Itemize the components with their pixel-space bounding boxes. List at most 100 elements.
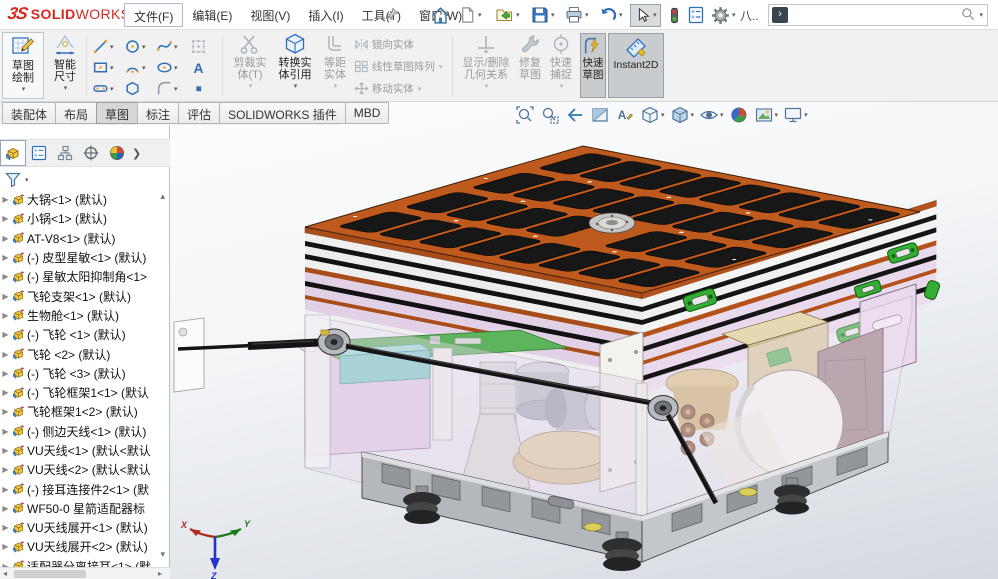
expand-arrow-icon[interactable]: ▶ <box>0 407 11 416</box>
expand-arrow-icon[interactable]: ▶ <box>0 311 11 320</box>
section-view-icon[interactable] <box>590 105 610 125</box>
expand-arrow-icon[interactable]: ▶ <box>0 350 11 359</box>
sketch-button[interactable]: 草图绘制 ▾ <box>2 32 44 99</box>
expand-arrow-icon[interactable]: ▶ <box>0 485 11 494</box>
expand-arrow-icon[interactable]: ▶ <box>0 234 11 243</box>
expand-arrow-icon[interactable]: ▶ <box>0 504 11 513</box>
tab-addins[interactable]: SOLIDWORKS 插件 <box>219 102 346 124</box>
open-button[interactable]: ▾ <box>492 4 522 26</box>
search-icon[interactable] <box>960 6 976 25</box>
search-scope-icon[interactable]: › <box>772 7 788 23</box>
save-button[interactable]: ▾ <box>528 4 557 26</box>
tab-layout[interactable]: 布局 <box>55 102 97 124</box>
tree-scroll-up-icon[interactable]: ▴ <box>160 191 165 202</box>
point-tool[interactable] <box>190 80 207 97</box>
tree-item[interactable]: ▶ 飞轮框架1<2> (默认) <box>0 402 158 421</box>
rapid-sketch-button[interactable]: 快速草图 <box>580 33 606 98</box>
tree-item[interactable]: ▶ 飞轮支架<1> (默认) <box>0 286 158 305</box>
apply-scene-icon[interactable]: ▾ <box>754 105 779 125</box>
smart-dimension-button[interactable]: 智能尺寸 ▾ <box>44 32 86 99</box>
spline-tool[interactable]: ▾ <box>156 38 178 55</box>
convert-entities-button[interactable]: 转换实体引用 ▾ <box>272 32 318 99</box>
rebuild-button[interactable] <box>664 4 685 27</box>
home-button[interactable] <box>428 4 453 27</box>
graphics-area[interactable]: A ▾ ▾ ▾ ▾ ▾ <box>170 102 998 579</box>
tree-item[interactable]: ▶ 生物舱<1> (默认) <box>0 306 158 325</box>
tree-item[interactable]: ▶ 小锅<1> (默认) <box>0 209 158 228</box>
satellite-model[interactable]: X Y Z <box>170 102 998 579</box>
select-tool-button[interactable]: ▾ <box>630 4 661 27</box>
expand-arrow-icon[interactable]: ▶ <box>0 542 11 551</box>
expand-arrow-icon[interactable]: ▶ <box>0 427 11 436</box>
edit-appearance-icon[interactable] <box>729 105 749 125</box>
menu-insert[interactable]: 插入(I) <box>299 3 352 27</box>
tree-item[interactable]: ▶ (-) 飞轮 <1> (默认) <box>0 325 158 344</box>
tree-filter[interactable]: ▾ <box>4 171 29 189</box>
configuration-manager-tab[interactable] <box>52 140 78 166</box>
tree-item[interactable]: ▶ VU天线<2> (默认<默认 <box>0 460 158 479</box>
tab-evaluate[interactable]: 评估 <box>178 102 220 124</box>
tree-item[interactable]: ▶ (-) 接耳连接件2<1> (默 <box>0 479 158 498</box>
menu-edit[interactable]: 编辑(E) <box>183 3 241 27</box>
sketch-picture-tool[interactable] <box>190 38 207 55</box>
tree-item[interactable]: ▶ 大锅<1> (默认) <box>0 190 158 209</box>
view-orientation-icon[interactable]: ▾ <box>640 105 665 125</box>
tree-item[interactable]: ▶ VU天线展开<1> (默认) <box>0 518 158 537</box>
tab-sketch[interactable]: 草图 <box>96 102 138 124</box>
expand-arrow-icon[interactable]: ▶ <box>0 388 11 397</box>
rectangle-tool[interactable]: ▾ <box>92 59 114 76</box>
dimxpert-manager-tab[interactable] <box>78 140 104 166</box>
tree-item[interactable]: ▶ (-) 飞轮框架1<1> (默认 <box>0 383 158 402</box>
expand-arrow-icon[interactable]: ▶ <box>0 330 11 339</box>
tree-item[interactable]: ▶ WF50-0 星箭适配器标 <box>0 499 158 518</box>
display-manager-tab[interactable] <box>104 140 130 166</box>
menu-view[interactable]: 视图(V) <box>241 3 299 27</box>
text-tool[interactable]: A <box>190 59 207 76</box>
search-input[interactable] <box>792 7 960 23</box>
tree-item[interactable]: ▶ (-) 飞轮 <3> (默认) <box>0 364 158 383</box>
properties-button[interactable] <box>684 4 708 26</box>
tree-item[interactable]: ▶ VU天线<1> (默认<默认 <box>0 441 158 460</box>
tab-markup[interactable]: 标注 <box>137 102 179 124</box>
ellipse-tool[interactable]: ▾ <box>156 59 178 76</box>
options-button[interactable]: ▾ <box>708 4 738 27</box>
expand-arrow-icon[interactable]: ▶ <box>0 465 11 474</box>
line-tool[interactable]: ▾ <box>92 38 114 55</box>
previous-view-icon[interactable] <box>565 105 585 125</box>
view-settings-icon[interactable]: ▾ <box>783 105 808 125</box>
expand-arrow-icon[interactable]: ▶ <box>0 272 11 281</box>
polygon-tool[interactable] <box>124 80 141 97</box>
user-menu[interactable]: 八.. <box>740 7 759 24</box>
expand-arrow-icon[interactable]: ▶ <box>0 523 11 532</box>
tree-item[interactable]: ▶ 飞轮 <2> (默认) <box>0 344 158 363</box>
expand-arrow-icon[interactable]: ▶ <box>0 292 11 301</box>
tree-item[interactable]: ▶ AT-V8<1> (默认) <box>0 229 158 248</box>
panel-expand-icon[interactable]: ❯ <box>132 147 141 160</box>
new-document-button[interactable]: ▾ <box>456 4 484 26</box>
expand-arrow-icon[interactable]: ▶ <box>0 369 11 378</box>
tree-scroll-down-icon[interactable]: ▾ <box>160 549 165 560</box>
circle-tool[interactable]: ▾ <box>124 38 146 55</box>
feature-tree-tab[interactable] <box>0 140 26 166</box>
tab-mbd[interactable]: MBD <box>345 102 390 124</box>
property-manager-tab[interactable] <box>26 140 52 166</box>
tree-item[interactable]: ▶ (-) 侧边天线<1> (默认) <box>0 422 158 441</box>
menu-file[interactable]: 文件(F) <box>124 3 183 27</box>
tree-horizontal-scrollbar[interactable]: ◂ ▸ <box>0 567 170 579</box>
tab-assembly[interactable]: 装配体 <box>2 102 56 124</box>
arc-tool[interactable]: ▾ <box>124 59 146 76</box>
instant2d-button[interactable]: Instant2D <box>608 33 664 98</box>
annotation-views-icon[interactable]: A <box>615 105 635 125</box>
expand-arrow-icon[interactable]: ▶ <box>0 195 11 204</box>
expand-arrow-icon[interactable]: ▶ <box>0 214 11 223</box>
zoom-to-area-icon[interactable] <box>540 105 560 125</box>
slot-tool[interactable]: ▾ <box>92 80 114 97</box>
menu-tools[interactable]: 工具(T) <box>353 3 410 27</box>
tree-item[interactable]: ▶ VU天线展开<2> (默认) <box>0 537 158 556</box>
display-style-icon[interactable]: ▾ <box>670 105 695 125</box>
tree-item[interactable]: ▶ 适配器分离接耳<1> (默 <box>0 557 158 567</box>
fillet-tool[interactable]: ▾ <box>156 80 178 97</box>
pin-menu-icon[interactable] <box>384 6 400 25</box>
expand-arrow-icon[interactable]: ▶ <box>0 446 11 455</box>
tree-item[interactable]: ▶ (-) 星敏太阳抑制角<1> <box>0 267 158 286</box>
